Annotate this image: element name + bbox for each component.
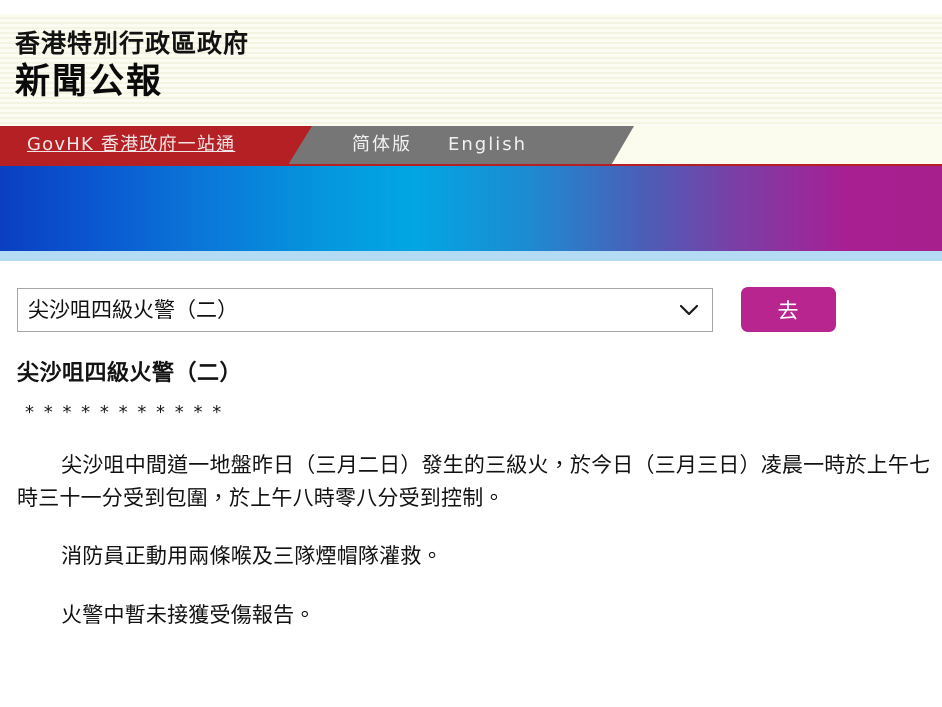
page-title: 新聞公報 bbox=[15, 61, 164, 102]
main-content: 尖沙咀四級火警（二） 去 尖沙咀四級火警（二） * * * * * * * * … bbox=[0, 261, 942, 632]
government-name: 香港特別行政區政府 bbox=[15, 29, 250, 58]
story-select[interactable]: 尖沙咀四級火警（二） bbox=[17, 287, 713, 332]
banner-underline-strip bbox=[0, 251, 942, 261]
story-select-wrapper: 尖沙咀四級火警（二） bbox=[17, 287, 713, 332]
article-paragraph: 尖沙咀中間道一地盤昨日（三月二日）發生的三級火，於今日（三月三日）凌晨一時於上午… bbox=[17, 453, 931, 510]
nav-link-simplified-chinese[interactable]: 简体版 bbox=[352, 126, 412, 164]
site-header-titles: 香港特別行政區政府 新聞公報 bbox=[0, 14, 942, 103]
nav-link-english[interactable]: English bbox=[448, 126, 527, 164]
go-button[interactable]: 去 bbox=[741, 287, 836, 332]
nav-language-links: 简体版 English bbox=[352, 126, 527, 164]
decorative-gradient-banner bbox=[0, 164, 942, 251]
article-paragraph: 消防員正動用兩條喉及三隊煙帽隊灌救。 bbox=[61, 544, 443, 569]
article-body: 尖沙咀中間道一地盤昨日（三月二日）發生的三級火，於今日（三月三日）凌晨一時於上午… bbox=[17, 449, 934, 631]
news-article: 尖沙咀四級火警（二） * * * * * * * * * * * 尖沙咀中間道一… bbox=[0, 360, 942, 631]
article-paragraph: 火警中暫未接獲受傷報告。 bbox=[61, 602, 316, 627]
site-header: 香港特別行政區政府 新聞公報 bbox=[0, 14, 942, 126]
page-top-spacer bbox=[0, 0, 942, 14]
nav-link-govhk[interactable]: GovHK 香港政府一站通 bbox=[27, 126, 235, 164]
story-selector-row: 尖沙咀四級火警（二） 去 bbox=[0, 261, 942, 332]
top-navigation-bar: GovHK 香港政府一站通 简体版 English bbox=[0, 126, 942, 164]
article-star-separator: * * * * * * * * * * * bbox=[25, 402, 224, 424]
article-title: 尖沙咀四級火警（二） bbox=[17, 361, 243, 386]
